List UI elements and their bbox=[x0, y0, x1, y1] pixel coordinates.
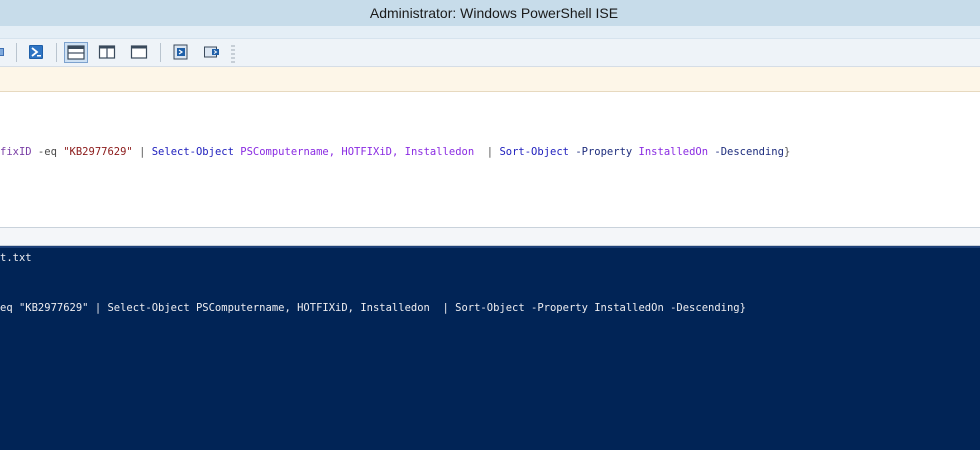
new-remote-powershell-tab-icon[interactable] bbox=[27, 43, 45, 61]
layout-script-maximized-icon[interactable] bbox=[130, 43, 148, 61]
punctuation-token: } bbox=[783, 146, 791, 158]
window-title: Administrator: Windows PowerShell ISE bbox=[369, 5, 619, 21]
parameter-token: -Descending bbox=[708, 146, 784, 158]
punctuation-token: | bbox=[474, 146, 500, 158]
toolbar-separator bbox=[160, 43, 161, 62]
argument-token: PSComputername, bbox=[233, 146, 336, 158]
powershell-ise-window: Administrator: Windows PowerShell ISE fi… bbox=[0, 0, 980, 450]
layout-script-top-icon[interactable] bbox=[64, 42, 88, 63]
operator-token: -eq bbox=[31, 146, 64, 158]
argument-token: InstalledOn bbox=[632, 146, 709, 158]
console-pane[interactable]: t.txt eq "KB2977629" | Select-Object PSC… bbox=[0, 246, 980, 450]
notification-bar bbox=[0, 67, 980, 92]
argument-token: HOTFIXiD, bbox=[335, 146, 399, 158]
run-selection-icon[interactable] bbox=[0, 43, 8, 61]
pane-splitter[interactable] bbox=[0, 228, 980, 246]
console-command-line: eq "KB2977629" | Select-Object PSCompute… bbox=[0, 302, 746, 314]
toolbar-separator bbox=[56, 43, 57, 62]
command-token: Select-Object bbox=[151, 146, 234, 158]
command-token: Sort-Object bbox=[499, 146, 569, 158]
toolbar bbox=[0, 39, 980, 67]
menu-bar bbox=[0, 26, 980, 39]
toolbar-separator bbox=[16, 43, 17, 62]
script-code-line[interactable]: fixID -eq "KB2977629" | Select-Object PS… bbox=[0, 145, 790, 159]
show-command-window-icon[interactable] bbox=[203, 43, 221, 61]
toolbar-grip[interactable] bbox=[231, 45, 235, 63]
string-token: "KB2977629" bbox=[63, 146, 133, 158]
title-bar: Administrator: Windows PowerShell ISE bbox=[0, 0, 980, 26]
show-script-pane-icon[interactable] bbox=[172, 43, 190, 61]
layout-script-right-icon[interactable] bbox=[98, 43, 116, 61]
script-pane[interactable]: fixID -eq "KB2977629" | Select-Object PS… bbox=[0, 92, 980, 227]
parameter-token: -Property bbox=[569, 146, 633, 158]
punctuation-token: | bbox=[132, 146, 152, 158]
variable-token: fixID bbox=[0, 146, 32, 158]
argument-token: Installedon bbox=[398, 146, 475, 158]
console-output-line: t.txt bbox=[0, 252, 32, 264]
